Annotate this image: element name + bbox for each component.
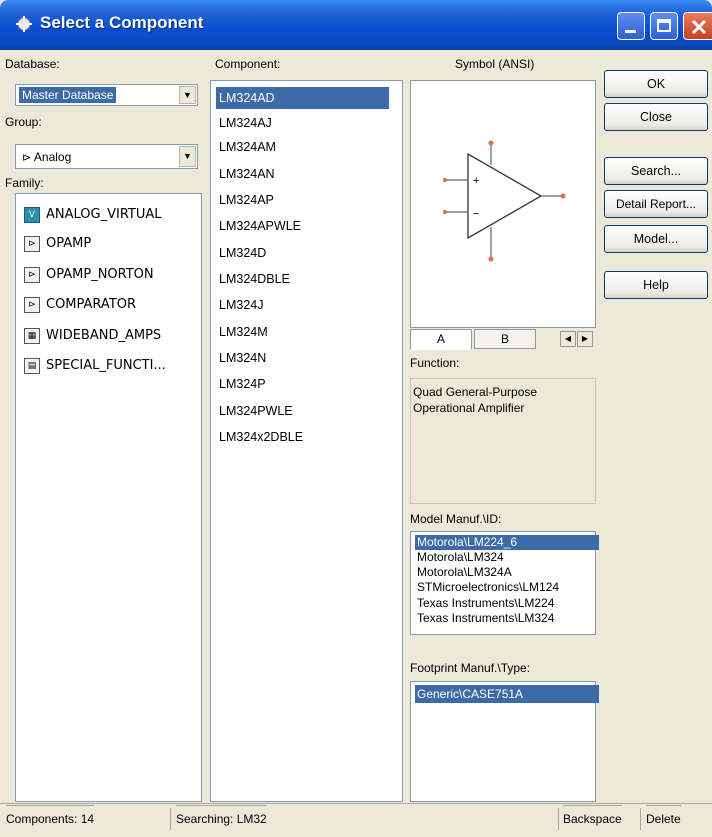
status-divider: [640, 808, 641, 830]
footprint-item-selected[interactable]: Generic\CASE751A: [415, 685, 599, 703]
database-value: Master Database: [19, 87, 117, 103]
model-item[interactable]: Texas Instruments\LM324: [415, 611, 599, 626]
family-item-label: ANALOG_VIRTUAL: [46, 207, 162, 222]
group-label: Group:: [5, 115, 42, 129]
close-icon: [691, 19, 707, 35]
database-select[interactable]: Master Database ▼: [15, 84, 198, 106]
status-divider: [170, 808, 171, 830]
family-item-label: OPAMP: [46, 236, 92, 251]
opamp-icon: ⊳: [24, 235, 40, 252]
footprint-label: Footprint Manuf.\Type:: [410, 661, 531, 675]
minimize-button[interactable]: [617, 12, 645, 40]
status-components: Components: 14: [6, 805, 95, 831]
close-window-button[interactable]: [683, 12, 712, 40]
detail-report-button[interactable]: Detail Report...: [604, 190, 708, 218]
component-item[interactable]: LM324P: [216, 373, 389, 395]
tab-b[interactable]: B: [474, 329, 536, 349]
component-item[interactable]: LM324AP: [216, 189, 389, 211]
wideband-amps-icon: ▦: [24, 327, 40, 344]
family-item-label: SPECIAL_FUNCTI...: [46, 358, 166, 373]
analog-virtual-icon: V: [24, 206, 40, 223]
function-text-line1: Quad General-Purpose: [413, 385, 538, 399]
chevron-left-icon[interactable]: ◀: [560, 331, 576, 347]
group-select[interactable]: ⊳ Analog ▼: [15, 144, 198, 169]
search-button[interactable]: Search...: [604, 157, 708, 185]
family-item-special-function[interactable]: ▤ SPECIAL_FUNCTI...: [24, 353, 166, 379]
model-item[interactable]: Texas Instruments\LM224: [415, 596, 599, 611]
model-manuf-list[interactable]: Motorola\LM224_6 Motorola\LM324 Motorola…: [410, 531, 599, 635]
model-manuf-label: Model Manuf.\ID:: [410, 512, 502, 526]
family-item-label: OPAMP_NORTON: [46, 267, 154, 282]
component-list[interactable]: LM324AD LM324AJ LM324AM LM324AN LM324AP …: [210, 80, 403, 802]
symbol-tabs: A B ◀ ▶: [410, 329, 596, 350]
help-button[interactable]: Help: [604, 271, 708, 299]
component-item-selected[interactable]: LM324AD: [216, 87, 389, 109]
group-value: Analog: [33, 150, 72, 164]
status-divider: [558, 808, 559, 830]
component-item[interactable]: LM324AJ: [216, 112, 389, 134]
title-bar[interactable]: Select a Component: [0, 0, 712, 50]
model-item[interactable]: STMicroelectronics\LM124: [415, 580, 599, 595]
close-button[interactable]: Close: [604, 103, 708, 131]
family-item-analog-virtual[interactable]: V ANALOG_VIRTUAL: [24, 202, 162, 228]
component-icon: [16, 16, 32, 32]
maximize-button[interactable]: [650, 12, 678, 40]
function-text-line2: Operational Amplifier: [413, 401, 525, 415]
chevron-down-icon[interactable]: ▼: [179, 86, 196, 104]
svg-text:+: +: [473, 175, 479, 187]
status-delete: Delete: [646, 805, 681, 831]
function-box: Quad General-Purpose Operational Amplifi…: [410, 378, 596, 504]
component-item[interactable]: LM324APWLE: [216, 215, 389, 237]
component-label: Component:: [215, 57, 281, 71]
model-item-selected[interactable]: Motorola\LM224_6: [415, 535, 599, 550]
model-item[interactable]: Motorola\LM324: [415, 550, 599, 565]
status-searching: Searching: LM32: [176, 805, 267, 831]
family-item-wideband-amps[interactable]: ▦ WIDEBAND_AMPS: [24, 323, 161, 349]
chevron-right-icon[interactable]: ▶: [577, 331, 593, 347]
ok-button[interactable]: OK: [604, 70, 708, 98]
family-item-opamp-norton[interactable]: ⊳ OPAMP_NORTON: [24, 262, 154, 288]
function-label: Function:: [410, 356, 460, 370]
model-button[interactable]: Model...: [604, 225, 708, 253]
model-item[interactable]: Motorola\LM324A: [415, 565, 599, 580]
svg-text:−: −: [473, 208, 479, 220]
status-backspace: Backspace: [563, 805, 622, 831]
special-function-icon: ▤: [24, 357, 40, 374]
tab-a[interactable]: A: [410, 329, 472, 350]
family-item-comparator[interactable]: ⊳ COMPARATOR: [24, 292, 136, 318]
component-item[interactable]: LM324AM: [216, 136, 389, 158]
minimize-icon: [625, 30, 636, 33]
database-label: Database:: [5, 57, 60, 71]
component-item[interactable]: LM324N: [216, 347, 389, 369]
select-component-dialog: Select a Component Database: Master Data…: [0, 0, 712, 837]
window-title: Select a Component: [40, 13, 204, 32]
family-list[interactable]: V ANALOG_VIRTUAL ⊳ OPAMP ⊳ OPAMP_NORTON ⊳ CO…: [15, 193, 202, 802]
component-item[interactable]: LM324x2DBLE: [216, 426, 389, 448]
component-item[interactable]: LM324PWLE: [216, 400, 389, 422]
component-item[interactable]: LM324J: [216, 294, 389, 316]
component-item[interactable]: LM324M: [216, 321, 389, 343]
component-item[interactable]: LM324DBLE: [216, 268, 389, 290]
chevron-down-icon[interactable]: ▼: [179, 146, 196, 167]
family-item-opamp[interactable]: ⊳ OPAMP: [24, 231, 91, 257]
component-item[interactable]: LM324D: [216, 242, 389, 264]
opamp-norton-icon: ⊳: [24, 266, 40, 283]
analog-icon: ⊳: [22, 152, 32, 164]
maximize-icon: [657, 19, 671, 32]
symbol-preview: + −: [410, 80, 596, 328]
family-label: Family:: [5, 176, 44, 190]
group-value-wrap: ⊳ Analog: [19, 149, 74, 165]
symbol-label: Symbol (ANSI): [455, 57, 535, 71]
family-item-label: COMPARATOR: [46, 297, 137, 312]
footprint-list[interactable]: Generic\CASE751A: [410, 681, 599, 802]
component-item[interactable]: LM324AN: [216, 163, 389, 185]
comparator-icon: ⊳: [24, 296, 40, 313]
family-item-label: WIDEBAND_AMPS: [46, 328, 162, 343]
opamp-symbol-icon: + −: [443, 140, 566, 262]
